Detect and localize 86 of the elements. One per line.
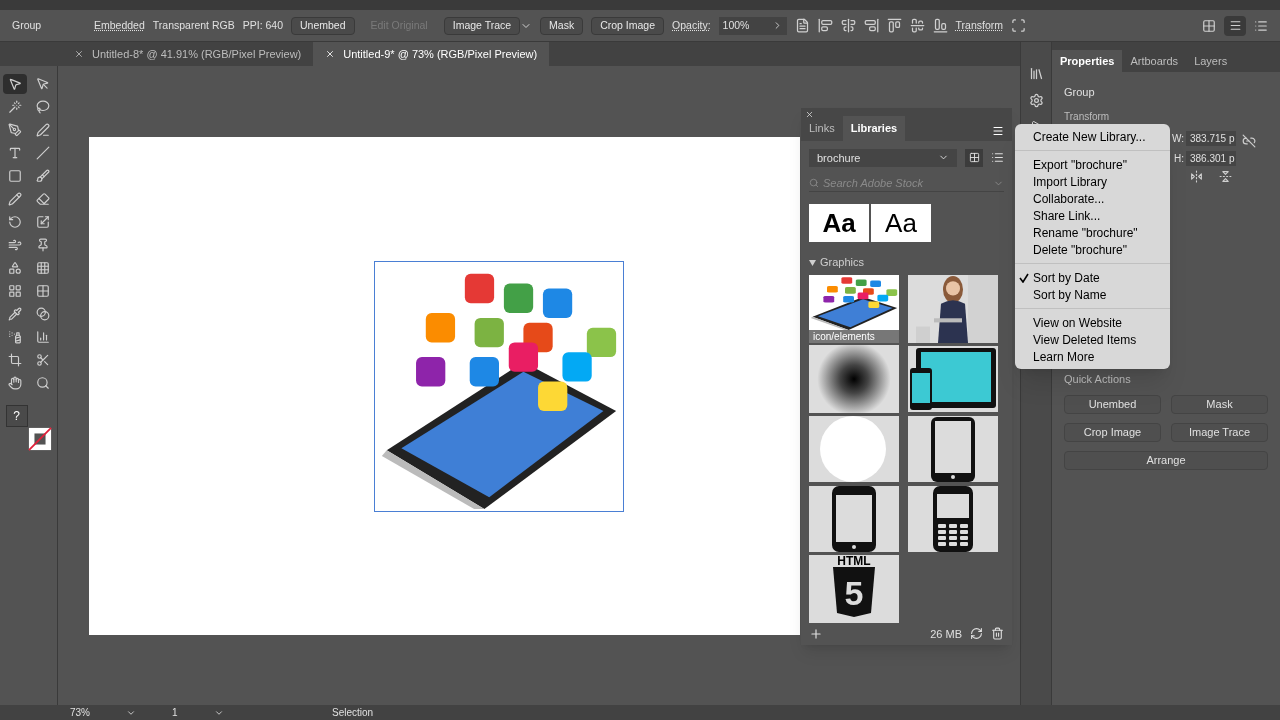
grid-view-button[interactable]	[965, 148, 983, 167]
document-tab[interactable]: Untitled-9* @ 73% (RGB/Pixel Preview)	[313, 42, 550, 66]
panel-tab[interactable]: Links	[801, 116, 843, 141]
align-center-icon[interactable]	[840, 18, 856, 33]
control-button[interactable]: Mask	[540, 16, 584, 35]
tablet-icon	[907, 414, 998, 483]
quick-action-button[interactable]: Crop Image	[1064, 423, 1161, 442]
height-label: H:	[1174, 151, 1184, 166]
control-button[interactable]: Unembed	[291, 16, 355, 35]
unlink-icon[interactable]	[1242, 134, 1256, 148]
selection-type-label: Group	[1063, 85, 1096, 100]
align-bottom-icon[interactable]	[932, 18, 948, 33]
quick-action-button[interactable]: Unembed	[1064, 395, 1161, 414]
stroke-swatch[interactable]	[27, 427, 52, 451]
menu-item[interactable]: View on Website	[1015, 314, 1170, 331]
menu-item[interactable]: Import Library	[1015, 173, 1170, 190]
section-title: Transform	[1063, 109, 1111, 123]
menu-item[interactable]: Share Link...	[1015, 207, 1170, 224]
flip-icon[interactable]	[1190, 169, 1203, 183]
menu-icon	[1228, 19, 1242, 32]
menu-item[interactable]: Collaborate...	[1015, 190, 1170, 207]
tablet-phone-icon	[907, 344, 998, 413]
artboard-field[interactable]: 1	[172, 705, 202, 720]
arrange-button[interactable]	[1224, 15, 1246, 36]
disclosure-triangle-icon	[809, 259, 816, 266]
align-top-icon[interactable]	[886, 18, 902, 33]
quick-action-button[interactable]: Arrange	[1064, 451, 1268, 470]
panel-tab[interactable]: Properties	[1052, 50, 1123, 72]
menu-item[interactable]: View Deleted Items	[1015, 331, 1170, 348]
check-icon	[1019, 272, 1029, 283]
menu-item[interactable]: Sort by Name	[1015, 286, 1170, 303]
list-icon[interactable]	[1254, 18, 1268, 33]
transform-link[interactable]: Transform	[955, 17, 1003, 34]
flip-icon[interactable]	[1219, 169, 1232, 183]
text-style-thumbnail[interactable]: Aa	[809, 204, 869, 243]
html5-logo[interactable]: HTML 5	[809, 554, 899, 623]
height-field[interactable]: 386.301 p	[1186, 150, 1236, 166]
panel-tab[interactable]: Artboards	[1122, 50, 1187, 72]
search-icon	[809, 178, 819, 189]
current-tool-label: Selection	[332, 706, 374, 720]
zoom-field[interactable]: 73%	[70, 705, 114, 720]
document-tab[interactable]: Untitled-8* @ 41.91% (RGB/Pixel Preview)	[62, 42, 314, 66]
menu-item[interactable]: Sort by Date	[1015, 269, 1170, 286]
quick-action-button[interactable]: Mask	[1171, 395, 1268, 414]
smartphone-icon	[809, 484, 899, 553]
text-style-thumbnail[interactable]: Aa	[871, 204, 931, 243]
close-icon[interactable]	[74, 49, 84, 59]
align-left-icon[interactable]	[817, 18, 833, 33]
menu-item[interactable]: Create New Library...	[1015, 128, 1170, 145]
menu-item[interactable]: Rename "brochure"	[1015, 224, 1170, 241]
sync-icon[interactable]	[970, 627, 983, 641]
close-icon[interactable]	[325, 49, 336, 59]
menu-item[interactable]: Export "brochure"	[1015, 156, 1170, 173]
opacity-label: Opacity:	[672, 17, 711, 33]
panel-menu-icon[interactable]	[992, 124, 1004, 137]
gear-icon[interactable]	[1028, 93, 1044, 108]
align-right-icon[interactable]	[863, 18, 879, 33]
ppi-label: PPI: 640	[242, 17, 283, 33]
section-title: Quick Actions	[1063, 371, 1132, 387]
scan-icon[interactable]	[1011, 18, 1026, 33]
libraries-icon[interactable]	[1028, 66, 1044, 81]
add-icon[interactable]	[809, 626, 823, 641]
align-middle-icon[interactable]	[909, 18, 925, 33]
quick-action-button[interactable]: Image Trace	[1171, 423, 1268, 442]
opacity-field[interactable]: 100%	[718, 16, 787, 35]
color-mode-label: Transparent RGB	[152, 17, 235, 33]
close-icon[interactable]	[805, 109, 814, 119]
control-button[interactable]: Image Trace	[443, 16, 521, 35]
feature-phone-icon	[907, 484, 998, 553]
fill-swatch[interactable]: ?	[5, 405, 28, 427]
trash-icon[interactable]	[991, 627, 1004, 641]
list-view-icon[interactable]	[991, 151, 1004, 165]
width-label: W:	[1171, 131, 1184, 146]
document-icon[interactable]	[794, 18, 810, 33]
embedded-link[interactable]: Embedded	[94, 17, 145, 34]
width-field[interactable]: 383.715 p	[1186, 130, 1236, 146]
grid-icon[interactable]	[1202, 18, 1216, 33]
section-header[interactable]: Graphics	[801, 242, 1012, 271]
menu-item[interactable]: Learn More	[1015, 348, 1170, 365]
menu-item[interactable]: Delete "brochure"	[1015, 241, 1170, 258]
panel-tab[interactable]: Libraries	[842, 116, 906, 141]
panel-tab[interactable]: Layers	[1186, 50, 1236, 72]
storage-label: 26 MB	[930, 626, 962, 642]
library-dropdown[interactable]: brochure	[809, 148, 957, 167]
control-button[interactable]: Crop Image	[591, 16, 665, 35]
selection-label: Group	[12, 17, 43, 33]
